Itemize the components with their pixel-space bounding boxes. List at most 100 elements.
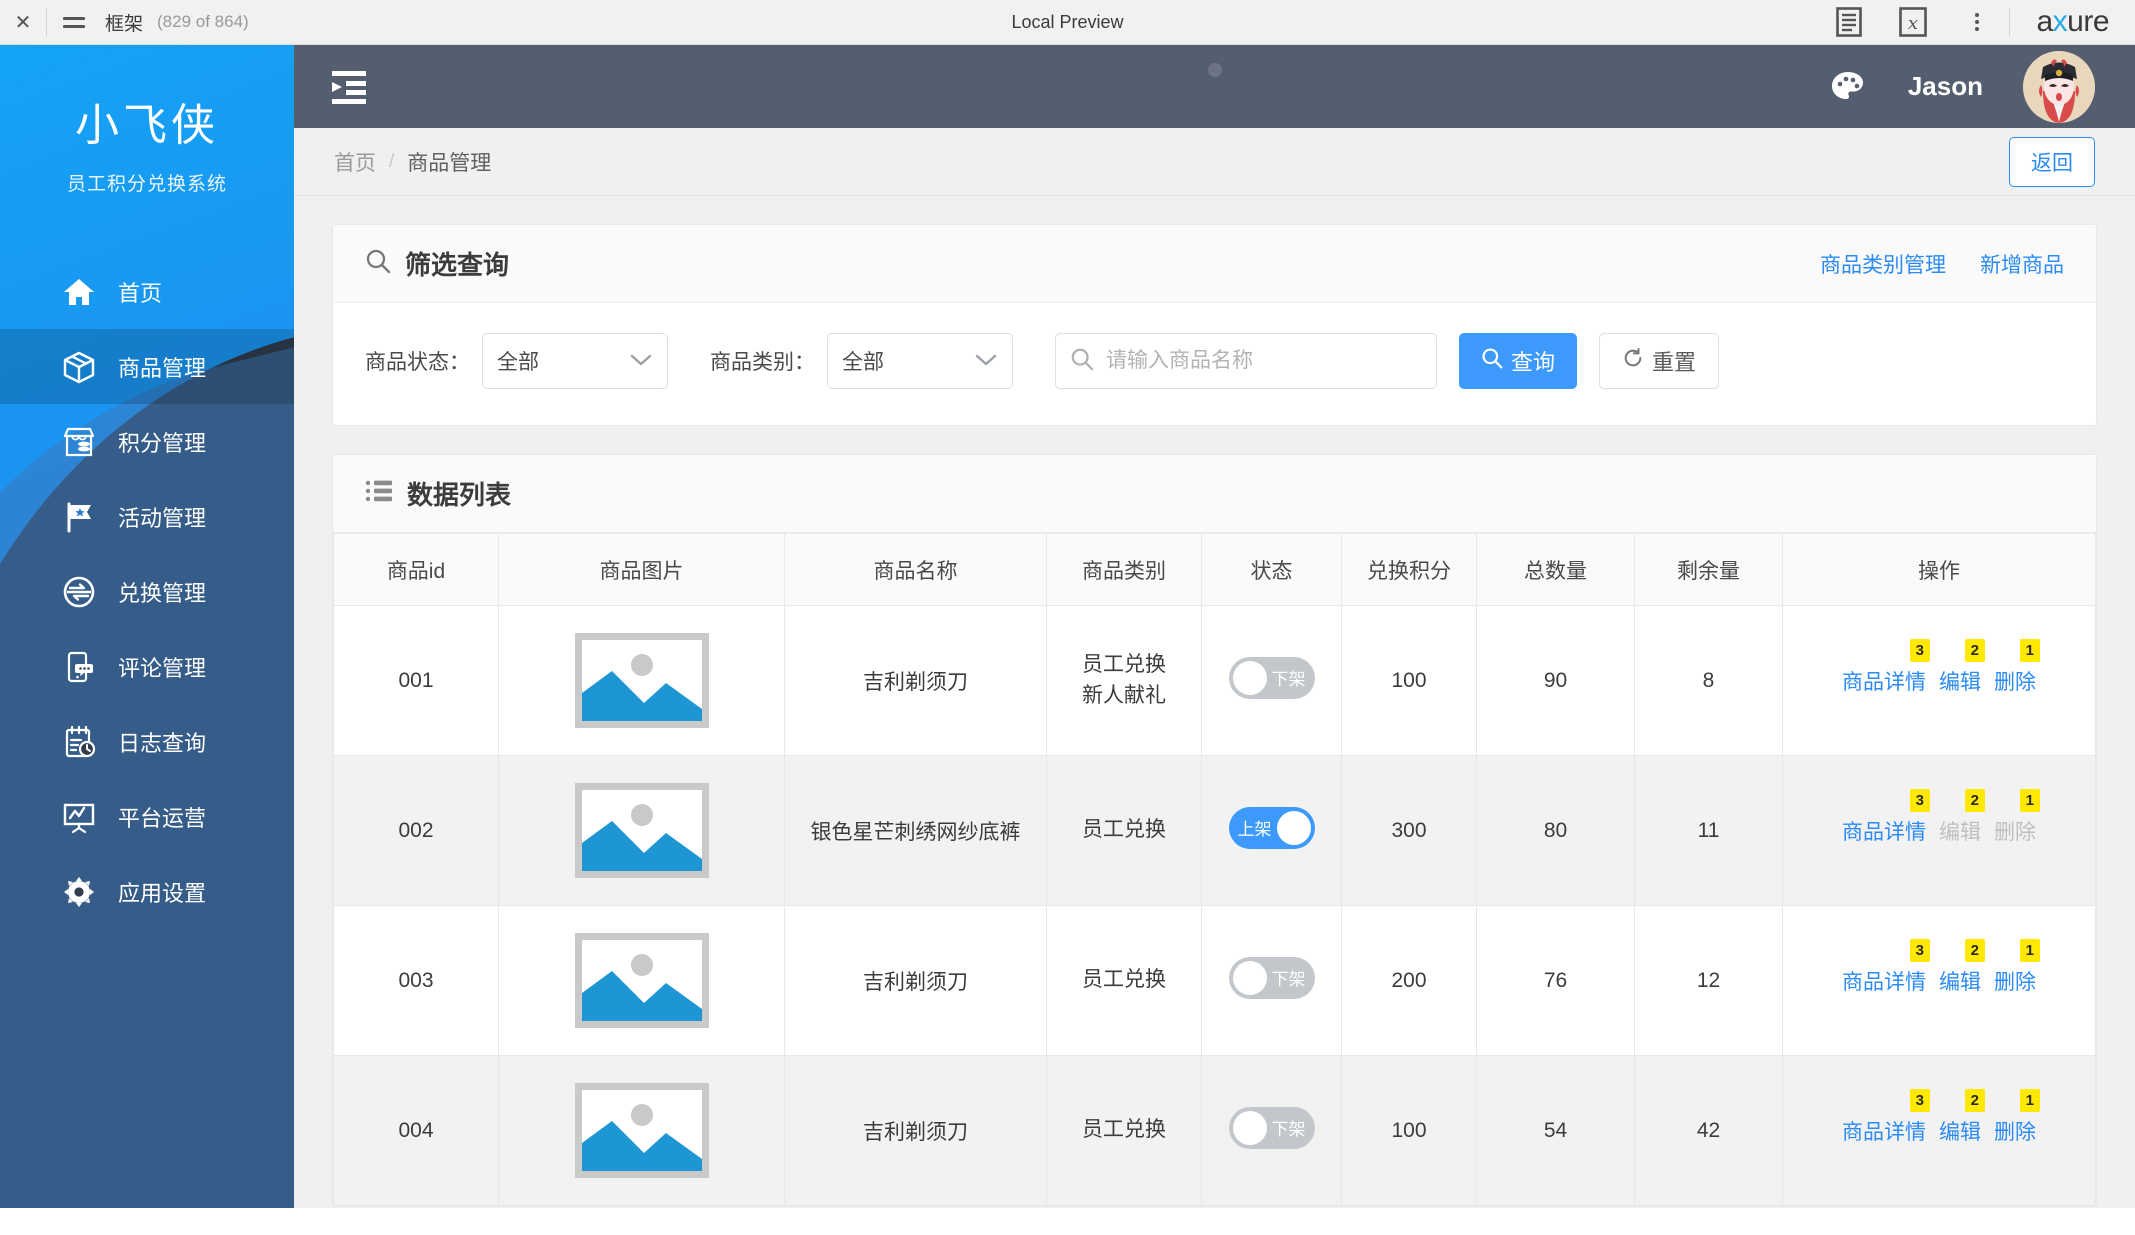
cell-operations: 商品详情 3 编辑 2 删除 1	[1782, 1055, 2096, 1206]
datalist-card: 数据列表 商品id 商品图片 商品名称 商品类别 状态 兑换积分 总数量 剩余量…	[332, 454, 2097, 1207]
more-options-icon[interactable]	[1945, 0, 2009, 44]
category-select[interactable]: 全部	[827, 333, 1013, 389]
preview-label: Local Preview	[1011, 11, 1124, 32]
annotation-badge: 1	[2019, 938, 2040, 962]
log-clock-icon	[62, 725, 96, 759]
notes-icon[interactable]	[1817, 0, 1881, 44]
cell-product-name: 银色星芒刺绣网纱底裤	[784, 755, 1047, 906]
th-status: 状态	[1201, 533, 1342, 606]
sidebar-item-home[interactable]: 首页	[0, 254, 294, 329]
annotation-badge: 2	[1964, 638, 1985, 662]
annotation-badge: 1	[2019, 638, 2040, 662]
sidebar-item-platform[interactable]: 平台运营	[0, 779, 294, 854]
operations-group: 商品详情 3 编辑 2 删除 1	[1783, 638, 2095, 696]
search-field-wrapper[interactable]	[1055, 333, 1437, 389]
op-edit[interactable]: 编辑 2	[1939, 938, 1985, 996]
cell-status: 下架	[1201, 905, 1342, 1056]
cell-product-category: 员工兑换	[1046, 755, 1202, 906]
sidebar-item-label: 评论管理	[118, 655, 207, 681]
op-delete[interactable]: 删除 1	[1994, 938, 2040, 996]
th-operations: 操作	[1782, 533, 2096, 606]
sidebar-item-comment[interactable]: 评论管理	[0, 629, 294, 704]
op-detail[interactable]: 商品详情 3	[1842, 938, 1930, 996]
placeholder-mountains	[581, 821, 702, 871]
cell-product-name: 吉利剃须刀	[784, 905, 1047, 1056]
op-delete[interactable]: 删除 1	[1994, 638, 2040, 696]
sidebar-item-points[interactable]: 积分管理	[0, 404, 294, 479]
add-product-link[interactable]: 新增商品	[1980, 249, 2064, 279]
op-edit[interactable]: 编辑 2	[1939, 1088, 1985, 1146]
refresh-icon	[1622, 347, 1644, 375]
category-select-value: 全部	[842, 351, 884, 374]
cell-total: 76	[1476, 905, 1635, 1056]
hamburger-icon[interactable]	[47, 0, 101, 44]
status-select[interactable]: 全部	[482, 333, 668, 389]
breadcrumb-bar: 首页 / 商品管理 返回	[294, 128, 2135, 196]
cell-product-category: 员工兑换	[1046, 1055, 1202, 1206]
status-toggle[interactable]: 上架	[1228, 806, 1315, 849]
sidebar-item-settings[interactable]: 应用设置	[0, 854, 294, 929]
sidebar-item-label: 首页	[118, 280, 163, 306]
status-toggle[interactable]: 下架	[1228, 956, 1315, 999]
sidebar-item-activity[interactable]: 活动管理	[0, 479, 294, 554]
category-manage-link[interactable]: 商品类别管理	[1820, 249, 1946, 279]
search-input[interactable]	[1106, 349, 1422, 373]
cell-points: 200	[1341, 905, 1477, 1056]
reset-button[interactable]: 重置	[1599, 333, 1720, 389]
chevron-down-icon	[629, 349, 653, 373]
cell-product-image	[498, 1055, 785, 1206]
username-label: Jason	[1907, 71, 1983, 101]
cell-product-id: 003	[333, 905, 499, 1056]
filter-card-links: 商品类别管理 新增商品	[1820, 249, 2064, 279]
axure-page-count: (829 of 864)	[157, 12, 249, 31]
search-icon	[1481, 347, 1503, 375]
exchange-icon	[62, 575, 96, 609]
op-detail[interactable]: 商品详情 3	[1842, 1088, 1930, 1146]
axure-logo: axure	[2010, 5, 2135, 39]
op-delete[interactable]: 删除 1	[1994, 1088, 2040, 1146]
op-detail[interactable]: 商品详情 3	[1842, 788, 1930, 846]
filter-card: 筛选查询 商品类别管理 新增商品 商品状态： 全部 商品类别： 全部 请输入商品…	[332, 224, 2097, 426]
cell-product-image	[498, 755, 785, 906]
variables-icon[interactable]: x	[1881, 0, 1945, 44]
main-area: Jason 首页 / 商品管理 返回 筛选查询 商品类别管理 新增商品 商品状态…	[294, 45, 2135, 1208]
app-topbar: Jason	[294, 45, 2135, 128]
product-category-line: 新人献礼	[1082, 683, 1166, 707]
status-toggle[interactable]: 下架	[1228, 656, 1315, 699]
cell-status: 上架	[1201, 755, 1342, 906]
cell-points: 100	[1341, 1055, 1477, 1206]
op-detail[interactable]: 商品详情 3	[1842, 638, 1930, 696]
status-toggle[interactable]: 下架	[1228, 1106, 1315, 1149]
close-icon[interactable]: ✕	[0, 0, 46, 44]
avatar[interactable]	[2023, 50, 2095, 123]
status-toggle-label: 下架	[1271, 970, 1306, 989]
op-edit: 编辑 2	[1939, 788, 1985, 846]
product-image-placeholder	[574, 783, 709, 878]
sidebar-item-exchange[interactable]: 兑换管理	[0, 554, 294, 629]
cell-product-image	[498, 605, 785, 756]
th-remaining: 剩余量	[1634, 533, 1783, 606]
op-edit[interactable]: 编辑 2	[1939, 638, 1985, 696]
filter-card-header: 筛选查询 商品类别管理 新增商品	[333, 225, 2096, 303]
annotation-badge: 2	[1964, 788, 1985, 812]
search-icon	[1070, 347, 1094, 376]
cell-status: 下架	[1201, 1055, 1342, 1206]
logo-ure: ure	[2067, 5, 2109, 38]
th-total: 总数量	[1476, 533, 1635, 606]
back-button[interactable]: 返回	[2009, 136, 2095, 187]
query-button[interactable]: 查询	[1459, 333, 1578, 389]
query-button-label: 查询	[1511, 350, 1556, 375]
gear-icon	[62, 875, 96, 909]
sidebar-item-product[interactable]: 商品管理	[0, 329, 294, 404]
sidebar-item-log[interactable]: 日志查询	[0, 704, 294, 779]
cell-status: 下架	[1201, 605, 1342, 756]
cell-remaining: 42	[1634, 1055, 1783, 1206]
palette-icon[interactable]	[1828, 67, 1868, 107]
th-product-category: 商品类别	[1046, 533, 1202, 606]
axure-toolbar: ✕ 框架 (829 of 864) Local Preview x axure	[0, 0, 2135, 45]
sidebar-item-label: 活动管理	[118, 505, 207, 531]
shop-icon	[62, 425, 96, 459]
table-header-row: 商品id 商品图片 商品名称 商品类别 状态 兑换积分 总数量 剩余量 操作	[333, 533, 2096, 606]
collapse-sidebar-icon[interactable]	[322, 60, 376, 114]
breadcrumb-home[interactable]: 首页	[334, 147, 376, 177]
